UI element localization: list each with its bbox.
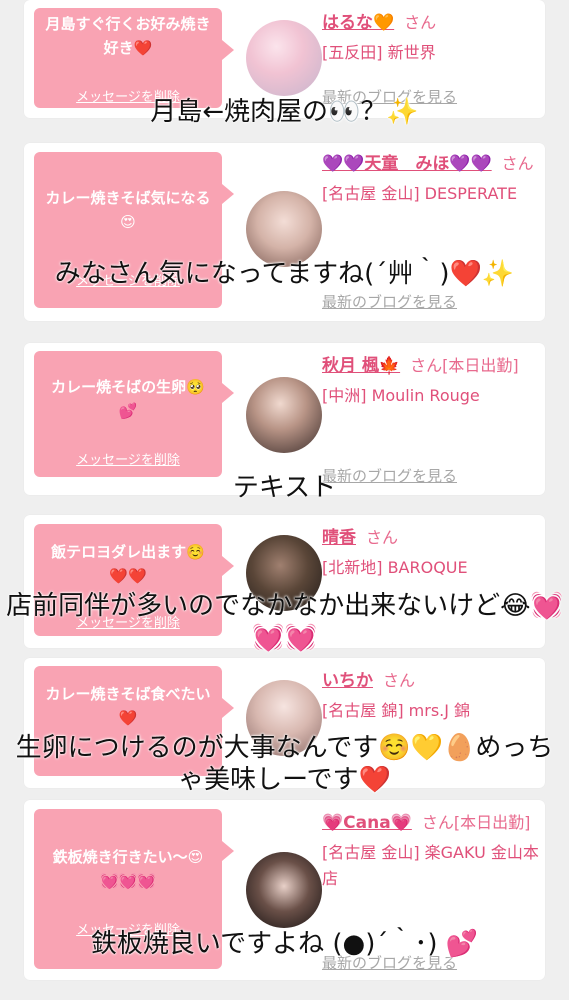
delete-message-link[interactable]: メッセージを削除 [34, 449, 222, 468]
user-name-link[interactable]: 💗Cana💗 [322, 813, 412, 833]
user-name-link[interactable]: はるな🧡 [322, 13, 394, 33]
honorific: さん [501, 154, 534, 173]
shop-name[interactable]: [中洲] Moulin Rouge [322, 383, 540, 409]
overlay-caption: 月島←焼肉屋の👀？✨ [150, 97, 419, 127]
overlay-caption: 鉄板焼良いですよね (●)´｀･) 💕 [90, 929, 479, 959]
message-text: カレー焼そばの生卵🥺💕 [51, 378, 205, 420]
user-name-link[interactable]: いちか [322, 671, 373, 691]
shop-name[interactable]: [名古屋 金山] 楽GAKU 金山本店 [322, 840, 540, 892]
honorific: さん[本日出勤] [421, 813, 531, 832]
honorific: さん[本日出勤] [410, 356, 519, 375]
overlay-caption: 店前同伴が多いのでなかなか出来ないけど😂💓💓💓 [6, 591, 563, 653]
user-name-link[interactable]: 晴香 [322, 528, 356, 548]
overlay-caption: みなさん気になってますね(´艸｀)❤️✨ [54, 259, 515, 289]
user-info: 秋月 楓🍁 さん[本日出勤] [中洲] Moulin Rouge 最新のブログを見… [322, 353, 540, 485]
user-name-link[interactable]: 💜💜天童 みほ💜💜 [322, 154, 492, 174]
user-info: 💗Cana💗 さん[本日出勤] [名古屋 金山] 楽GAKU 金山本店 最新のブロ… [322, 810, 540, 972]
shop-name[interactable]: [名古屋 錦] mrs.J 錦 [322, 698, 540, 724]
avatar[interactable] [246, 852, 322, 928]
user-info: 💜💜天童 みほ💜💜 さん [名古屋 金山] DESPERATE 最新のブログを見る [322, 151, 540, 311]
honorific: さん [383, 671, 416, 690]
avatar[interactable] [246, 377, 322, 453]
honorific: さん [366, 528, 399, 547]
message-bubble: 月島すぐ行くお好み焼き好き❤️ メッセージを削除 [34, 8, 234, 108]
latest-blog-link[interactable]: 最新のブログを見る [322, 291, 457, 312]
message-bubble: カレー焼そばの生卵🥺💕 メッセージを削除 [34, 351, 234, 477]
shop-name[interactable]: [北新地] BAROQUE [322, 555, 540, 581]
honorific: さん [404, 13, 437, 32]
shop-name[interactable]: [名古屋 金山] DESPERATE [322, 181, 540, 207]
message-card: カレー焼きそば気になる😍 メッセージを削除 💜💜天童 みほ💜💜 さん [名古屋 金… [24, 143, 545, 321]
overlay-caption: 生卵につけるのが大事なんです☺️💛🥚めっちゃ美味しーです❤️ [15, 733, 554, 795]
message-text: カレー焼きそば食べたい❤️ [45, 685, 211, 727]
message-text: 鉄板焼き行きたい〜😍💓💓💓 [52, 848, 204, 890]
message-text: カレー焼きそば気になる😍 [45, 189, 211, 231]
avatar[interactable] [246, 191, 322, 267]
avatar[interactable] [246, 20, 322, 96]
user-info: 晴香 さん [北新地] BAROQUE [322, 525, 540, 581]
message-text: 飯テロヨダレ出ます☺️❤️❤️ [51, 543, 205, 585]
user-info: はるな🧡 さん [五反田] 新世界 最新のブログを見る [322, 10, 540, 106]
overlay-caption: テキスト [232, 473, 337, 503]
user-name-link[interactable]: 秋月 楓🍁 [322, 356, 400, 376]
user-info: いちか さん [名古屋 錦] mrs.J 錦 [322, 668, 540, 724]
message-text: 月島すぐ行くお好み焼き好き❤️ [45, 15, 211, 57]
shop-name[interactable]: [五反田] 新世界 [322, 40, 540, 66]
